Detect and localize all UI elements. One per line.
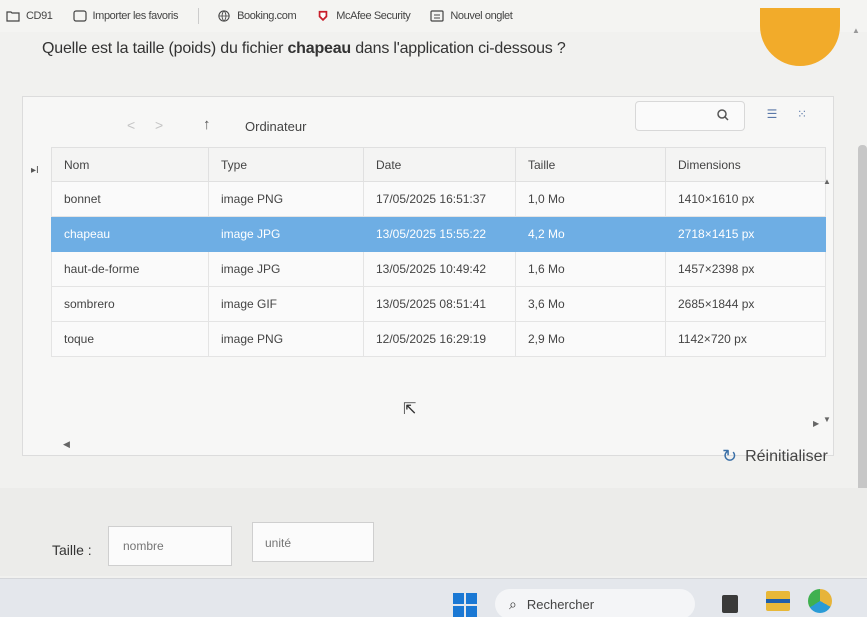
shield-icon: [318, 10, 328, 22]
question-prefix: Quelle est la taille (poids) du fichier: [42, 40, 288, 57]
cell-dimensions: 2685×1844 px: [665, 286, 826, 322]
mouse-cursor-icon: ⇱: [403, 401, 417, 418]
cell-dimensions: 1410×1610 px: [665, 181, 826, 217]
cell-name: chapeau: [51, 216, 209, 252]
grid-view-icon[interactable]: ⁙: [793, 107, 811, 121]
bookmark-booking[interactable]: Booking.com: [217, 10, 297, 22]
cell-name: sombrero: [51, 286, 209, 322]
table-scroll-up-icon[interactable]: ▲: [823, 177, 831, 186]
number-input[interactable]: [108, 526, 232, 566]
cell-size: 1,0 Mo: [515, 181, 666, 217]
browser-taskbar-icon[interactable]: [808, 589, 832, 613]
bookmark-label: Nouvel onglet: [450, 10, 513, 22]
cell-date: 13/05/2025 08:51:41: [363, 286, 516, 322]
file-table: Nom Type Date Taille Dimensions bonnet i…: [51, 147, 826, 357]
forward-arrow-icon[interactable]: >: [155, 117, 163, 133]
column-header-dimensions[interactable]: Dimensions: [665, 147, 826, 182]
path-breadcrumb[interactable]: Ordinateur: [245, 119, 306, 134]
scroll-right-icon[interactable]: ▶: [813, 419, 819, 428]
question-text: Quelle est la taille (poids) du fichier …: [42, 40, 566, 58]
table-row[interactable]: sombrero image GIF 13/05/2025 08:51:41 3…: [51, 286, 826, 322]
back-arrow-icon[interactable]: <: [127, 117, 135, 133]
table-row[interactable]: toque image PNG 12/05/2025 16:29:19 2,9 …: [51, 321, 826, 357]
bookmarks-bar: CD91 Importer les favoris Booking.com Mc…: [0, 0, 867, 32]
table-header-row: Nom Type Date Taille Dimensions: [51, 147, 826, 182]
tab-icon: [430, 10, 444, 22]
folder-icon: [6, 11, 20, 22]
cell-dimensions: 1457×2398 px: [665, 251, 826, 287]
import-icon: [72, 10, 87, 22]
bookmark-new-tab[interactable]: Nouvel onglet: [430, 10, 513, 22]
scroll-down-icon[interactable]: ▼: [823, 415, 831, 424]
column-header-name[interactable]: Nom: [51, 147, 209, 182]
explorer-search-input[interactable]: [635, 101, 745, 131]
cell-date: 12/05/2025 16:29:19: [363, 321, 516, 357]
bookmark-label: CD91: [26, 10, 53, 22]
question-highlight: chapeau: [287, 40, 351, 57]
cell-name: bonnet: [51, 181, 209, 217]
bookmark-import[interactable]: Importer les favoris: [72, 10, 179, 22]
file-explorer-taskbar-icon[interactable]: [766, 591, 790, 611]
file-explorer-window: < > ↑ Ordinateur ☰ ⁙ ▸I Nom Type Date Ta…: [22, 96, 834, 456]
search-icon: [717, 109, 729, 121]
horizontal-scrollbar[interactable]: ◀ ▶ ▼: [23, 415, 833, 455]
cell-size: 2,9 Mo: [515, 321, 666, 357]
bookmark-label: Importer les favoris: [92, 10, 179, 22]
cell-date: 17/05/2025 16:51:37: [363, 181, 516, 217]
reset-button[interactable]: ↻ Réinitialiser: [722, 446, 828, 467]
up-arrow-icon[interactable]: ↑: [203, 116, 211, 133]
taskbar-app-icon[interactable]: [722, 595, 738, 613]
taskbar: ⌕ Rechercher: [0, 578, 867, 617]
cell-size: 3,6 Mo: [515, 286, 666, 322]
page-scrollbar[interactable]: [858, 145, 867, 505]
cell-type: image PNG: [208, 181, 364, 217]
cell-size: 1,6 Mo: [515, 251, 666, 287]
table-row[interactable]: bonnet image PNG 17/05/2025 16:51:37 1,0…: [51, 181, 826, 217]
cell-date: 13/05/2025 10:49:42: [363, 251, 516, 287]
cell-type: image JPG: [208, 251, 364, 287]
question-suffix: dans l'application ci-dessous ?: [350, 40, 566, 57]
cell-type: image GIF: [208, 286, 364, 322]
cell-dimensions: 1142×720 px: [665, 321, 826, 357]
table-row[interactable]: haut-de-forme image JPG 13/05/2025 10:49…: [51, 251, 826, 287]
taskbar-search[interactable]: ⌕ Rechercher: [495, 589, 695, 617]
table-row-selected[interactable]: chapeau image JPG 13/05/2025 15:55:22 4,…: [51, 216, 826, 252]
bookmark-mcafee[interactable]: McAfee Security: [316, 10, 411, 22]
cell-type: image JPG: [208, 216, 364, 252]
column-header-size[interactable]: Taille: [515, 147, 666, 182]
cell-size: 4,2 Mo: [515, 216, 666, 252]
windows-start-icon[interactable]: [453, 593, 477, 617]
bookmark-divider: [198, 8, 200, 24]
bookmark-label: Booking.com: [237, 10, 297, 22]
cell-name: toque: [51, 321, 209, 357]
taskbar-search-label: Rechercher: [526, 596, 595, 612]
cell-name: haut-de-forme: [51, 251, 209, 287]
cell-dimensions: 2718×1415 px: [665, 216, 826, 252]
scroll-left-icon[interactable]: ◀: [63, 439, 70, 450]
explorer-toolbar: < > ↑ Ordinateur ☰ ⁙: [23, 97, 833, 145]
reset-label: Réinitialiser: [745, 447, 828, 465]
column-header-date[interactable]: Date: [363, 147, 516, 182]
bookmark-label: McAfee Security: [336, 10, 411, 22]
unit-input[interactable]: [252, 522, 374, 562]
collapse-toggle-icon[interactable]: ▸I: [31, 165, 39, 176]
globe-icon: [218, 10, 230, 22]
search-icon: ⌕: [509, 595, 517, 612]
cell-date: 13/05/2025 15:55:22: [363, 216, 516, 252]
answer-label: Taille :: [52, 542, 92, 558]
cell-type: image PNG: [208, 321, 364, 357]
decorative-corner: [760, 8, 840, 66]
page-scroll-up-icon[interactable]: ▲: [852, 26, 860, 35]
column-header-type[interactable]: Type: [208, 147, 364, 182]
refresh-icon: ↻: [722, 446, 738, 466]
bookmark-cd91[interactable]: CD91: [6, 10, 53, 22]
list-view-icon[interactable]: ☰: [763, 107, 781, 121]
